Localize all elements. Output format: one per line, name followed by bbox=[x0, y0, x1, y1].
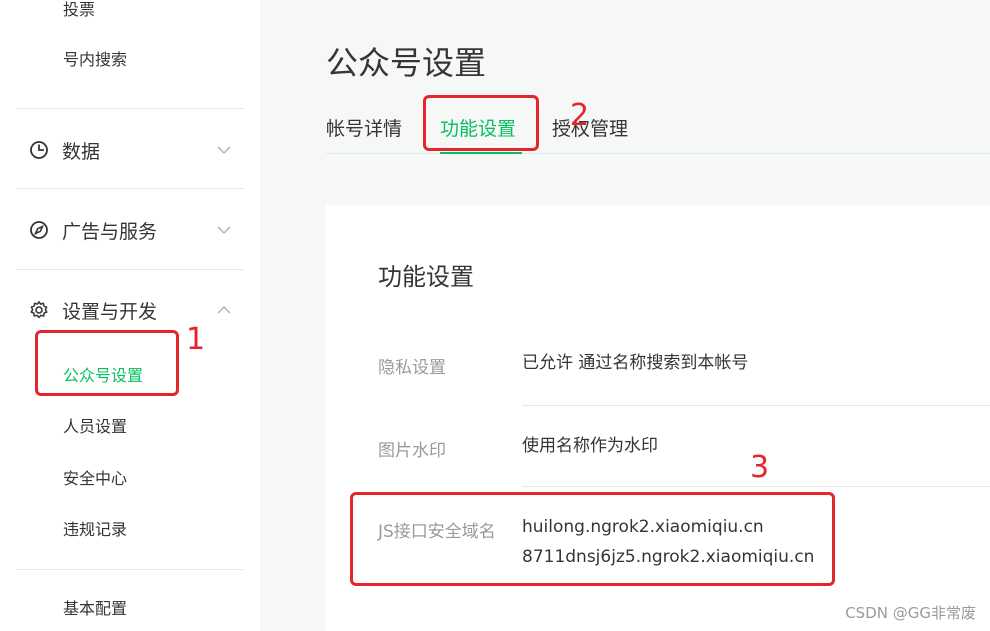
annotation-box-3 bbox=[350, 492, 835, 586]
sidebar-group-data[interactable]: 数据 bbox=[28, 138, 244, 163]
sidebar-item-search[interactable]: 号内搜索 bbox=[63, 50, 127, 70]
sidebar-group-settings[interactable]: 设置与开发 bbox=[28, 298, 244, 323]
privacy-label: 隐私设置 bbox=[378, 358, 446, 378]
panel-title: 功能设置 bbox=[378, 263, 474, 291]
sidebar-group-ads[interactable]: 广告与服务 bbox=[28, 218, 244, 243]
chevron-down-icon[interactable] bbox=[216, 142, 232, 158]
privacy-value: 已允许 通过名称搜索到本帐号 bbox=[522, 353, 749, 373]
sidebar-item-basic-config[interactable]: 基本配置 bbox=[63, 599, 127, 619]
sidebar-divider bbox=[16, 188, 244, 189]
row-divider bbox=[522, 405, 990, 406]
sidebar-divider bbox=[16, 569, 244, 570]
annotation-number-3: 3 bbox=[750, 450, 770, 485]
annotation-number-1: 1 bbox=[186, 322, 206, 357]
sidebar-group-label: 数据 bbox=[62, 140, 101, 163]
sidebar-group-label: 设置与开发 bbox=[62, 300, 158, 323]
sidebar-group-label: 广告与服务 bbox=[62, 220, 158, 243]
sidebar-divider bbox=[16, 108, 244, 109]
watermark-value: 使用名称作为水印 bbox=[522, 436, 658, 456]
annotation-box-1 bbox=[35, 330, 179, 396]
sidebar-item-staff-settings[interactable]: 人员设置 bbox=[63, 417, 127, 437]
sidebar-item-vote[interactable]: 投票 bbox=[63, 0, 95, 20]
page-title: 公众号设置 bbox=[326, 44, 487, 82]
watermark-label: 图片水印 bbox=[378, 441, 446, 461]
chevron-down-icon[interactable] bbox=[216, 222, 232, 238]
annotation-number-2: 2 bbox=[570, 98, 590, 133]
sidebar-divider bbox=[16, 269, 244, 270]
row-divider bbox=[522, 486, 990, 487]
clock-icon bbox=[28, 139, 50, 161]
annotation-box-2 bbox=[423, 95, 539, 151]
chevron-up-icon[interactable] bbox=[216, 302, 232, 318]
active-tab-indicator bbox=[440, 152, 522, 154]
sidebar: 投票 号内搜索 数据 广告与服务 设置与开发 公众号设置 人员设置 安全中心 违… bbox=[0, 0, 260, 631]
tab-authorization[interactable]: 授权管理 bbox=[552, 114, 628, 141]
gear-icon bbox=[28, 299, 50, 321]
sidebar-item-violations[interactable]: 违规记录 bbox=[63, 520, 127, 540]
compass-icon bbox=[28, 219, 50, 241]
sidebar-item-security-center[interactable]: 安全中心 bbox=[63, 469, 127, 489]
tab-account-details[interactable]: 帐号详情 bbox=[326, 114, 402, 141]
watermark: CSDN @GG非常废 bbox=[845, 604, 976, 622]
